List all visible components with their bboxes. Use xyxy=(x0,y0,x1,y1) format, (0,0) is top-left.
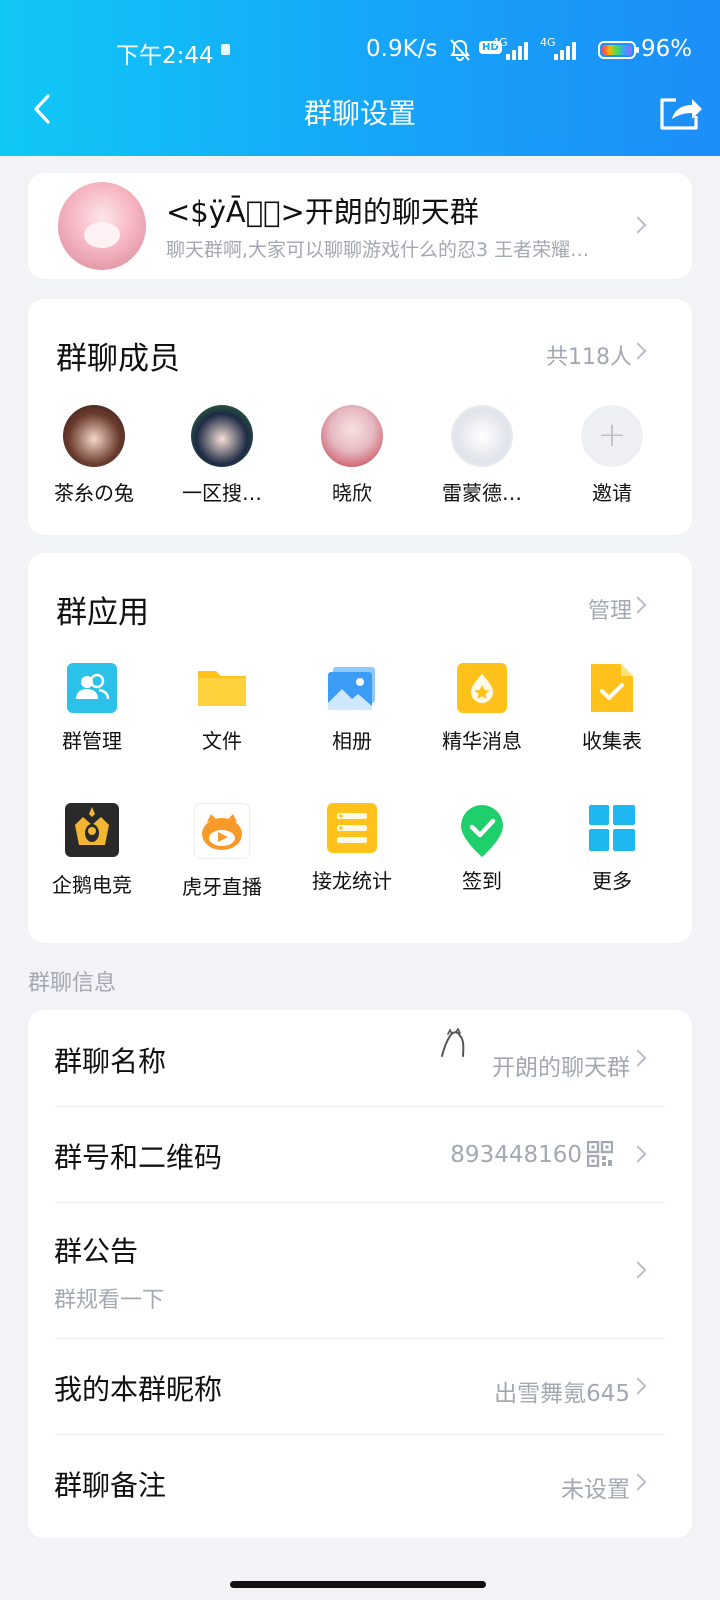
members-count[interactable]: 共118人 xyxy=(546,339,632,371)
app-album[interactable]: 相册 xyxy=(292,663,412,754)
invite-button[interactable]: + 邀请 xyxy=(552,405,672,506)
app-label: 签到 xyxy=(462,869,502,893)
member-item[interactable]: 一区搜… xyxy=(162,405,282,506)
member-name: 雷蒙德… xyxy=(442,481,522,505)
members-title: 群聊成员 xyxy=(56,341,180,377)
app-label: 群管理 xyxy=(62,729,122,753)
battery-icon xyxy=(598,41,639,59)
app-penguin-esports[interactable]: 企鹅电竞 xyxy=(32,803,152,898)
more-grid-icon xyxy=(587,803,637,853)
group-info-card[interactable]: <$ÿĀ  >开朗的聊天群 聊天群啊,大家可以聊聊游戏什么的忍3 王者荣耀之类的 xyxy=(28,173,692,279)
share-icon[interactable] xyxy=(658,92,704,132)
member-avatar xyxy=(191,405,253,467)
huya-live-icon xyxy=(194,803,250,859)
member-avatar xyxy=(451,405,513,467)
page-title: 群聊设置 xyxy=(303,97,416,130)
app-label: 相册 xyxy=(332,729,372,753)
app-label: 文件 xyxy=(202,729,242,753)
check-in-icon xyxy=(457,803,507,857)
group-apps-card: 群应用 管理 群管理 文件 相册 精华消息 收集表 企鹅电竞 虎牙直播 接龙统计… xyxy=(28,553,692,943)
group-number-label: 群号和二维码 xyxy=(54,1141,223,1174)
member-item[interactable]: 晓欣 xyxy=(292,405,412,506)
notification-icon xyxy=(221,44,230,55)
folder-icon xyxy=(197,663,247,713)
group-description: 聊天群啊,大家可以聊聊游戏什么的忍3 王者荣耀之类的 xyxy=(166,239,602,261)
group-avatar xyxy=(58,182,146,270)
chevron-right-icon xyxy=(629,216,647,234)
qr-code-icon xyxy=(587,1141,613,1167)
home-indicator[interactable] xyxy=(230,1581,486,1588)
invite-label: 邀请 xyxy=(592,481,632,505)
group-info-settings-card: 群聊名称 开朗的聊天群 群号和二维码 893448160 群公告 群规看一下 我… xyxy=(28,1010,692,1538)
remark-label: 群聊备注 xyxy=(54,1469,167,1502)
app-label: 接龙统计 xyxy=(312,869,392,893)
app-label: 企鹅电竞 xyxy=(52,873,132,897)
group-name-label: 群聊名称 xyxy=(54,1045,167,1078)
member-item[interactable]: 雷蒙德… xyxy=(422,405,542,506)
apps-manage-link[interactable]: 管理 xyxy=(588,593,632,625)
member-avatar xyxy=(63,405,125,467)
member-avatar xyxy=(321,405,383,467)
battery-percent: 96% xyxy=(641,36,693,62)
row-group-number[interactable]: 群号和二维码 893448160 xyxy=(28,1106,692,1202)
row-group-name[interactable]: 群聊名称 开朗的聊天群 xyxy=(28,1010,692,1106)
relay-stats-icon xyxy=(327,803,377,853)
chevron-right-icon xyxy=(629,1473,647,1491)
app-relay-stats[interactable]: 接龙统计 xyxy=(292,803,412,894)
app-collect-form[interactable]: 收集表 xyxy=(552,663,672,754)
app-essence[interactable]: 精华消息 xyxy=(422,663,542,754)
row-remark[interactable]: 群聊备注 未设置 xyxy=(28,1434,692,1538)
signal-sim1-icon: 4G xyxy=(492,36,528,62)
apps-title: 群应用 xyxy=(56,595,149,631)
status-time: 下午2:44 xyxy=(116,43,214,69)
app-more[interactable]: 更多 xyxy=(552,803,672,894)
app-label: 更多 xyxy=(592,869,632,893)
announcement-label: 群公告 xyxy=(54,1235,139,1268)
group-name-value: 开朗的聊天群 xyxy=(492,1055,630,1081)
network-speed: 0.9K/s xyxy=(366,36,438,62)
row-my-nickname[interactable]: 我的本群昵称 出雪舞氪645 xyxy=(28,1338,692,1434)
chevron-right-icon[interactable] xyxy=(629,342,647,360)
row-announcement[interactable]: 群公告 群规看一下 xyxy=(28,1202,692,1338)
plus-icon: + xyxy=(581,405,643,467)
member-name: 茶糸の兔 xyxy=(54,481,134,505)
signal-sim2-icon: 4G xyxy=(540,36,576,62)
chevron-right-icon xyxy=(629,1377,647,1395)
penguin-esports-icon xyxy=(65,803,119,857)
my-nickname-label: 我的本群昵称 xyxy=(54,1373,223,1406)
announcement-value: 群规看一下 xyxy=(54,1288,165,1313)
member-name: 晓欣 xyxy=(332,481,372,505)
cat-paw-icon xyxy=(441,1028,465,1057)
group-manage-icon xyxy=(67,663,117,713)
status-bar: 下午2:44 0.9K/s HD 4G 4G 96% xyxy=(0,30,720,70)
member-item[interactable]: 茶糸の兔 xyxy=(34,405,154,506)
app-label: 精华消息 xyxy=(442,729,522,753)
essence-icon xyxy=(457,663,507,713)
mute-bell-icon xyxy=(450,39,470,61)
app-group-manage[interactable]: 群管理 xyxy=(32,663,152,754)
group-number-value: 893448160 xyxy=(450,1142,582,1168)
group-name: <$ÿĀ  >开朗的聊天群 xyxy=(166,195,479,229)
remark-value: 未设置 xyxy=(561,1477,630,1503)
app-label: 收集表 xyxy=(582,729,642,753)
app-huya-live[interactable]: 虎牙直播 xyxy=(162,803,282,900)
section-label-group-info: 群聊信息 xyxy=(28,971,117,996)
my-nickname-value: 出雪舞氪645 xyxy=(494,1381,630,1407)
chevron-right-icon xyxy=(629,1145,647,1163)
top-header: 下午2:44 0.9K/s HD 4G 4G 96% 群聊设置 xyxy=(0,0,720,156)
album-icon xyxy=(327,663,377,713)
chevron-right-icon[interactable] xyxy=(629,596,647,614)
app-label: 虎牙直播 xyxy=(182,875,262,899)
chevron-right-icon xyxy=(629,1049,647,1067)
member-name: 一区搜… xyxy=(182,481,262,505)
members-card: 群聊成员 共118人 茶糸の兔 一区搜… 晓欣 雷蒙德… + 邀请 xyxy=(28,299,692,535)
chevron-right-icon xyxy=(629,1261,647,1279)
collect-form-icon xyxy=(587,663,637,713)
app-check-in[interactable]: 签到 xyxy=(422,803,542,894)
app-files[interactable]: 文件 xyxy=(162,663,282,754)
